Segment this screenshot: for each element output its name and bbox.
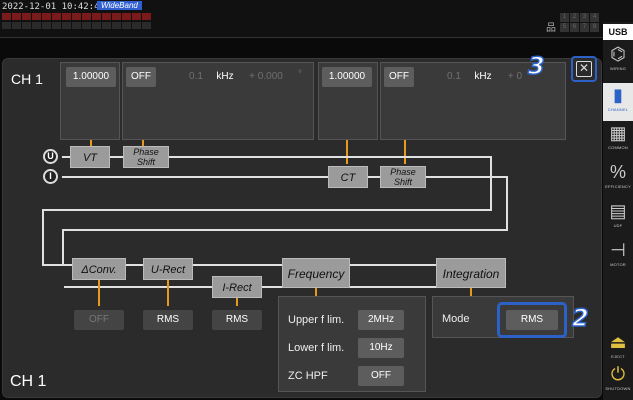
node-i: I xyxy=(43,169,58,184)
vt-block: VT xyxy=(70,146,110,168)
menu-channel[interactable]: ▮ CHANNEL xyxy=(603,83,633,121)
delta-conv-value[interactable]: OFF xyxy=(74,310,124,330)
menu-efficiency[interactable]: % EFFICIENCY xyxy=(603,160,633,198)
channel-footer: CH 1 xyxy=(10,373,47,390)
indicator-row-red xyxy=(2,13,151,20)
iphase-link xyxy=(404,140,406,164)
voltage-freq-unit: kHz xyxy=(216,71,234,82)
node-u: U xyxy=(43,149,58,164)
delta-conv-block: ΔConv. xyxy=(72,258,126,280)
current-phase-shift-block: Phase Shift xyxy=(380,166,426,188)
integration-mode-field[interactable]: RMS xyxy=(506,310,558,330)
voltage-phase-unit: ° xyxy=(298,69,302,80)
ct-block: CT xyxy=(328,166,368,188)
integration-mode-label: Mode xyxy=(442,313,470,325)
slot-indicators: 1234 5678 xyxy=(560,13,599,32)
channel-title: CH 1 xyxy=(11,71,43,87)
current-freq-value: 0.1 xyxy=(447,71,461,82)
upper-limit-label: Upper f lim. xyxy=(288,314,345,326)
voltage-freq-value: 0.1 xyxy=(189,71,203,82)
u-rect-value[interactable]: RMS xyxy=(143,310,193,330)
voltage-filter-field[interactable]: OFF xyxy=(126,67,156,87)
u-left-down xyxy=(42,209,44,265)
channel-icon: ▮ xyxy=(613,85,623,105)
i-left-down xyxy=(62,229,64,265)
ct-link xyxy=(346,140,348,164)
current-freq-unit: kHz xyxy=(474,71,492,82)
menu-motor[interactable]: ⊣ MOTOR xyxy=(603,238,633,276)
common-icon: ▦ xyxy=(609,123,627,143)
ct-ratio-field[interactable]: 1.00000 xyxy=(322,67,372,87)
shutdown-icon: ⏻ xyxy=(610,364,626,384)
zc-hpf-field[interactable]: OFF xyxy=(358,366,404,386)
menu-wiring[interactable]: ⌬ WIRING xyxy=(603,42,633,80)
eject-icon: ⏏ xyxy=(609,332,627,352)
u-line-return xyxy=(42,209,492,211)
i-line-drop xyxy=(506,176,508,230)
menu-udf[interactable]: ▤ UDF xyxy=(603,199,633,237)
network-icon: 品 xyxy=(546,23,556,34)
u-line-drop xyxy=(490,156,492,210)
udf-icon: ▤ xyxy=(609,201,627,221)
integration-block: Integration xyxy=(436,258,506,288)
callout-3: 3 xyxy=(527,51,545,81)
i-rect-value[interactable]: RMS xyxy=(212,310,262,330)
urect-link xyxy=(167,280,169,306)
current-phase-value: + 0 xyxy=(507,71,523,82)
usb-indicator: USB xyxy=(603,24,633,40)
lower-limit-label: Lower f lim. xyxy=(288,342,345,354)
frequency-block: Frequency xyxy=(282,258,350,288)
efficiency-icon: % xyxy=(609,162,626,182)
lower-limit-field[interactable]: 10Hz xyxy=(358,338,404,358)
indicator-row-dark xyxy=(2,22,151,29)
status-bar: 2022-12-01 10:42:44 WideBand 品 1234 5678 xyxy=(0,0,633,38)
menu-common[interactable]: ▦ COMMON xyxy=(603,121,633,159)
dconv-link xyxy=(98,280,100,306)
callout-2: 2 xyxy=(571,303,589,333)
upper-limit-field[interactable]: 2MHz xyxy=(358,310,404,330)
i-rect-block: I-Rect xyxy=(212,276,262,298)
vt-ratio-field[interactable]: 1.00000 xyxy=(66,67,116,87)
wideband-badge: WideBand xyxy=(97,1,142,10)
menu-shutdown[interactable]: ⏻ SHUTDOWN xyxy=(603,362,633,400)
close-button[interactable]: ✕ xyxy=(571,56,597,82)
voltage-phase-value: + 0.000 xyxy=(249,71,283,82)
close-icon: ✕ xyxy=(576,61,592,77)
i-line-return xyxy=(62,229,508,231)
zc-hpf-label: ZC HPF xyxy=(288,370,328,382)
voltage-phase-shift-block: Phase Shift xyxy=(123,146,169,168)
motor-icon: ⊣ xyxy=(610,240,626,260)
datetime: 2022-12-01 10:42:44 xyxy=(2,2,105,12)
irect-link xyxy=(236,298,238,306)
wiring-icon: ⌬ xyxy=(610,44,626,64)
i-signal-line xyxy=(62,176,508,178)
u-rect-block: U-Rect xyxy=(143,258,193,280)
current-filter-field[interactable]: OFF xyxy=(384,67,414,87)
